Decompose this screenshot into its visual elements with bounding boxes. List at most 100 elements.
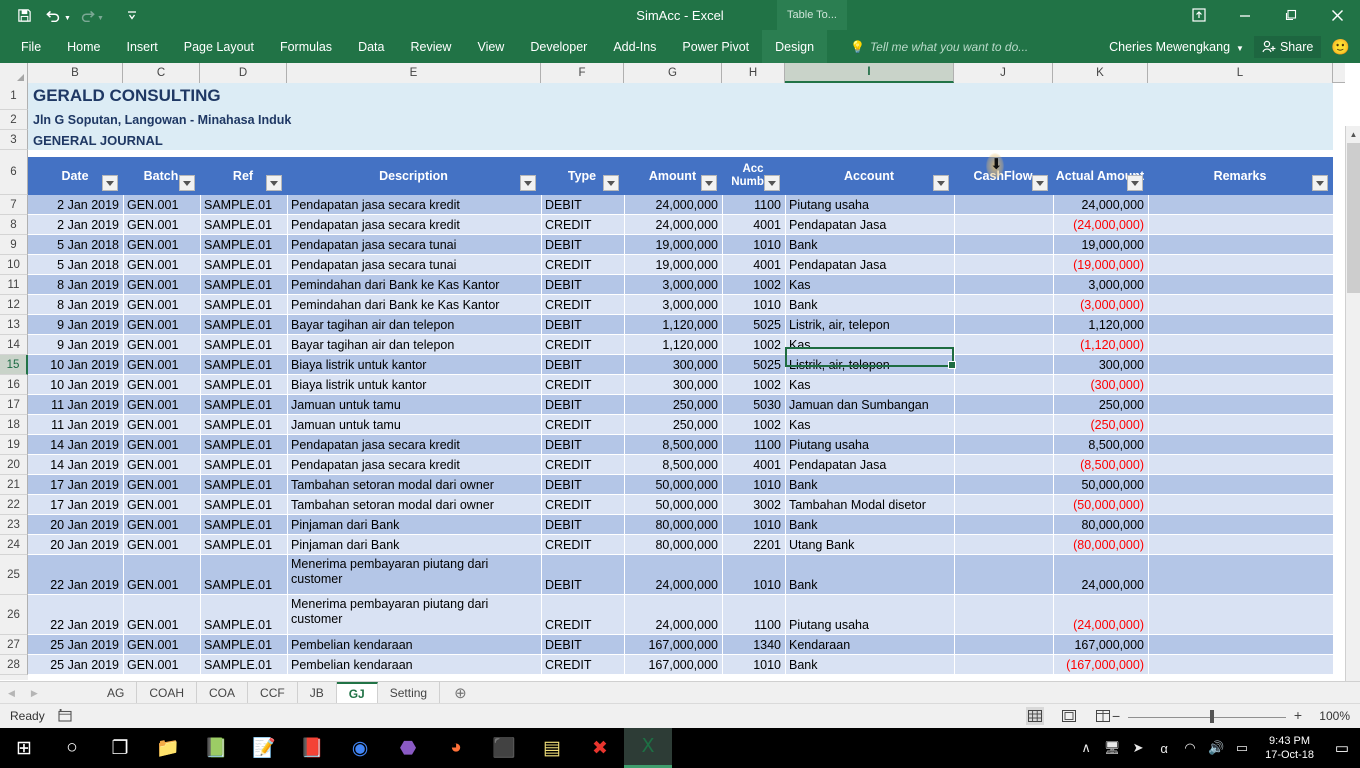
- cell-ref-row-27[interactable]: SAMPLE.01: [200, 635, 287, 655]
- cell-cashflow-row-24[interactable]: [954, 535, 1053, 555]
- cell-cashflow-row-27[interactable]: [954, 635, 1053, 655]
- cell-date-row-11[interactable]: 8 Jan 2019: [28, 275, 123, 295]
- display-settings-icon[interactable]: 🖥: [1099, 728, 1125, 768]
- google-chrome-icon[interactable]: ◉: [336, 728, 384, 768]
- cell-amount-row-11[interactable]: 3,000,000: [624, 275, 722, 295]
- cell-date-row-17[interactable]: 11 Jan 2019: [28, 395, 123, 415]
- cell-remarks-row-24[interactable]: [1148, 535, 1333, 555]
- cell-batch-row-13[interactable]: GEN.001: [123, 315, 200, 335]
- start-button[interactable]: ⊞: [0, 728, 48, 768]
- cell-account-row-21[interactable]: Bank: [785, 475, 954, 495]
- cell-date-row-7[interactable]: 2 Jan 2019: [28, 195, 123, 215]
- cell-date-row-14[interactable]: 9 Jan 2019: [28, 335, 123, 355]
- sheet-prev-arrow-icon[interactable]: ◀: [8, 688, 15, 699]
- cell-description-row-18[interactable]: Jamuan untuk tamu: [287, 415, 541, 435]
- cell-actual-amount-row-17[interactable]: 250,000: [1053, 395, 1148, 415]
- notepadpp-app-icon[interactable]: 📝: [240, 728, 288, 768]
- row-header-3[interactable]: 3: [0, 130, 28, 150]
- cell-actual-amount-row-28[interactable]: (167,000,000): [1053, 655, 1148, 675]
- normal-view-icon[interactable]: [1026, 707, 1044, 725]
- cell-batch-row-24[interactable]: GEN.001: [123, 535, 200, 555]
- cell-type-row-16[interactable]: CREDIT: [541, 375, 624, 395]
- cell-type-row-15[interactable]: DEBIT: [541, 355, 624, 375]
- cell-actual-amount-row-27[interactable]: 167,000,000: [1053, 635, 1148, 655]
- cell-description-row-15[interactable]: Biaya listrik untuk kantor: [287, 355, 541, 375]
- cell-cashflow-row-28[interactable]: [954, 655, 1053, 675]
- tab-formulas[interactable]: Formulas: [267, 30, 345, 63]
- share-button[interactable]: Share: [1253, 35, 1322, 58]
- row-header-11[interactable]: 11: [0, 275, 28, 295]
- cortana-search-icon[interactable]: ○: [48, 728, 96, 768]
- cell-description-row-21[interactable]: Tambahan setoran modal dari owner: [287, 475, 541, 495]
- cell-account-row-24[interactable]: Utang Bank: [785, 535, 954, 555]
- cell-date-row-23[interactable]: 20 Jan 2019: [28, 515, 123, 535]
- filter-dropdown-description[interactable]: [520, 175, 536, 191]
- cell-acc-number-row-8[interactable]: 4001: [722, 215, 785, 235]
- cell-actual-amount-row-14[interactable]: (1,120,000): [1053, 335, 1148, 355]
- telegram-icon[interactable]: ➤: [1125, 728, 1151, 768]
- cell-acc-number-row-10[interactable]: 4001: [722, 255, 785, 275]
- cell-acc-number-row-20[interactable]: 4001: [722, 455, 785, 475]
- cell-date-row-15[interactable]: 10 Jan 2019: [28, 355, 123, 375]
- cell-cashflow-row-15[interactable]: [954, 355, 1053, 375]
- column-header-H[interactable]: H: [722, 63, 785, 83]
- cell-acc-number-row-13[interactable]: 5025: [722, 315, 785, 335]
- cell-ref-row-21[interactable]: SAMPLE.01: [200, 475, 287, 495]
- cell-batch-row-26[interactable]: GEN.001: [123, 595, 200, 635]
- cell-account-row-14[interactable]: Kas: [785, 335, 954, 355]
- cell-amount-row-26[interactable]: 24,000,000: [624, 595, 722, 635]
- cell-account-row-17[interactable]: Jamuan dan Sumbangan: [785, 395, 954, 415]
- cell-actual-amount-row-9[interactable]: 19,000,000: [1053, 235, 1148, 255]
- cell-ref-row-19[interactable]: SAMPLE.01: [200, 435, 287, 455]
- zoom-out-button[interactable]: −: [1112, 708, 1120, 724]
- cell-amount-row-18[interactable]: 250,000: [624, 415, 722, 435]
- cell-date-row-8[interactable]: 2 Jan 2019: [28, 215, 123, 235]
- cell-ref-row-7[interactable]: SAMPLE.01: [200, 195, 287, 215]
- cell-cashflow-row-19[interactable]: [954, 435, 1053, 455]
- cell-ref-row-18[interactable]: SAMPLE.01: [200, 415, 287, 435]
- tab-design[interactable]: Design: [762, 30, 828, 63]
- cell-cashflow-row-11[interactable]: [954, 275, 1053, 295]
- cell-cashflow-row-10[interactable]: [954, 255, 1053, 275]
- cell-remarks-row-7[interactable]: [1148, 195, 1333, 215]
- row-header-18[interactable]: 18: [0, 415, 28, 435]
- command-prompt-icon[interactable]: ⬛: [480, 728, 528, 768]
- cell-amount-row-16[interactable]: 300,000: [624, 375, 722, 395]
- cell-type-row-18[interactable]: CREDIT: [541, 415, 624, 435]
- cell-amount-row-22[interactable]: 50,000,000: [624, 495, 722, 515]
- cell-ref-row-13[interactable]: SAMPLE.01: [200, 315, 287, 335]
- cell-batch-row-19[interactable]: GEN.001: [123, 435, 200, 455]
- zoom-track[interactable]: [1128, 717, 1286, 718]
- row-header-10[interactable]: 10: [0, 255, 28, 275]
- row-header-2[interactable]: 2: [0, 110, 28, 130]
- cell-date-row-27[interactable]: 25 Jan 2019: [28, 635, 123, 655]
- cell-remarks-row-17[interactable]: [1148, 395, 1333, 415]
- cell-batch-row-10[interactable]: GEN.001: [123, 255, 200, 275]
- scroll-up-arrow-icon[interactable]: ▲: [1346, 126, 1360, 142]
- xmind-app-icon[interactable]: ✖: [576, 728, 624, 768]
- cell-description-row-13[interactable]: Bayar tagihan air dan telepon: [287, 315, 541, 335]
- sheet-tab-setting[interactable]: Setting: [378, 682, 441, 704]
- cell-cashflow-row-21[interactable]: [954, 475, 1053, 495]
- cell-account-row-13[interactable]: Listrik, air, telepon: [785, 315, 954, 335]
- cell-date-row-24[interactable]: 20 Jan 2019: [28, 535, 123, 555]
- cell-actual-amount-row-23[interactable]: 80,000,000: [1053, 515, 1148, 535]
- feedback-smiley-icon[interactable]: 🙂: [1331, 38, 1350, 56]
- cell-batch-row-12[interactable]: GEN.001: [123, 295, 200, 315]
- filter-dropdown-remarks[interactable]: [1312, 175, 1328, 191]
- cell-remarks-row-16[interactable]: [1148, 375, 1333, 395]
- cell-account-row-25[interactable]: Bank: [785, 555, 954, 595]
- sheet-tab-gj[interactable]: GJ: [336, 682, 378, 704]
- cell-type-row-22[interactable]: CREDIT: [541, 495, 624, 515]
- add-sheet-button[interactable]: ⊕: [454, 682, 467, 704]
- cell-acc-number-row-16[interactable]: 1002: [722, 375, 785, 395]
- cell-ref-row-22[interactable]: SAMPLE.01: [200, 495, 287, 515]
- row-header-28[interactable]: 28: [0, 655, 28, 675]
- cell-remarks-row-25[interactable]: [1148, 555, 1333, 595]
- cell-remarks-row-19[interactable]: [1148, 435, 1333, 455]
- cell-batch-row-15[interactable]: GEN.001: [123, 355, 200, 375]
- row-header-13[interactable]: 13: [0, 315, 28, 335]
- cell-cashflow-row-26[interactable]: [954, 595, 1053, 635]
- cell-actual-amount-row-20[interactable]: (8,500,000): [1053, 455, 1148, 475]
- ribbon-display-options-icon[interactable]: [1176, 0, 1222, 30]
